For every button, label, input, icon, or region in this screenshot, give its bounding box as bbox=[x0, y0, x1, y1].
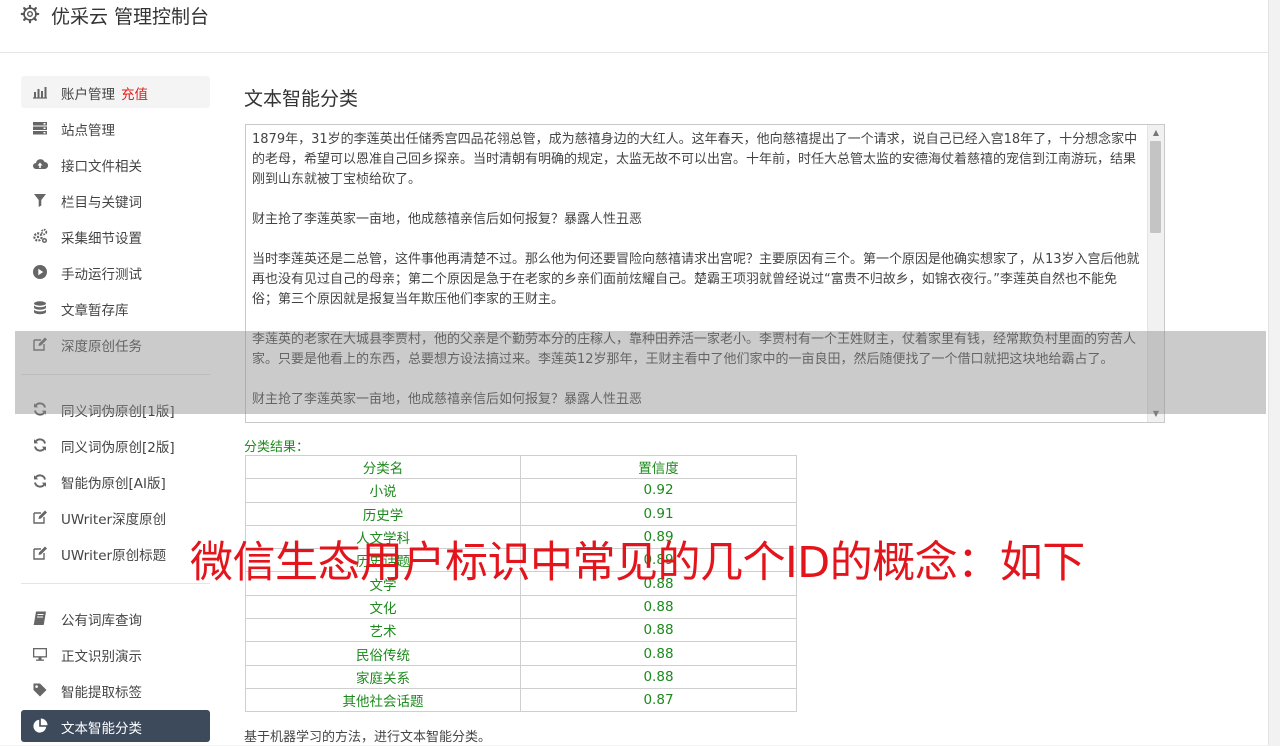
sidebar-item-sites[interactable]: 站点管理 bbox=[21, 112, 210, 144]
page-title: 文本智能分类 bbox=[244, 88, 359, 110]
text-paragraph: 财主抢了李莲英家一亩地，他成慈禧亲信后如何报复？暴露人性丑恶 bbox=[252, 212, 643, 227]
play-circle-icon bbox=[33, 265, 47, 279]
overlay-band bbox=[15, 331, 1266, 414]
overlay-caption: 微信生态用户标识中常见的几个ID的概念：如下 bbox=[190, 538, 1085, 588]
sidebar-item-label: 栏目与关键词 bbox=[61, 195, 142, 211]
sidebar-divider bbox=[21, 583, 210, 584]
sidebar-item-label: 手动运行测试 bbox=[61, 267, 142, 283]
server-icon bbox=[33, 122, 47, 135]
sidebar-item-uwriter-title[interactable]: UWriter原创标题 bbox=[21, 537, 210, 569]
result-label: 分类结果： bbox=[244, 440, 310, 455]
sidebar-item-label: 站点管理 bbox=[61, 123, 115, 139]
sidebar-item-label: 文本智能分类 bbox=[61, 721, 142, 737]
sidebar-item-public-lexicon[interactable]: 公有词库查询 bbox=[21, 602, 210, 634]
app-title: 优采云 管理控制台 bbox=[51, 6, 210, 28]
bar-chart-icon bbox=[33, 87, 47, 99]
table-row: 小说 0.92 bbox=[245, 478, 797, 503]
sidebar-item-label: UWriter深度原创 bbox=[61, 512, 167, 528]
sidebar-item-body-recognition[interactable]: 正文识别演示 bbox=[21, 638, 210, 670]
sidebar-item-label: 文章暂存库 bbox=[61, 303, 129, 319]
category-cell: 文化 bbox=[245, 594, 521, 620]
sidebar-item-columns-keywords[interactable]: 栏目与关键词 bbox=[21, 184, 210, 216]
confidence-cell: 0.88 bbox=[520, 618, 797, 643]
cloud-upload-icon bbox=[33, 159, 48, 170]
text-paragraph: 1879年，31岁的李莲英出任储秀宫四品花翎总管，成为慈禧身边的大红人。这年春天… bbox=[252, 132, 1138, 187]
text-paragraph: 当时李莲英还是二总管，这件事他再清楚不过。那么他为何还要冒险向慈禧请求出宫呢？主… bbox=[252, 252, 1140, 307]
edit-icon bbox=[33, 510, 47, 524]
sidebar-item-article-store[interactable]: 文章暂存库 bbox=[21, 292, 210, 324]
sidebar-item-account[interactable]: 账户管理 充值 bbox=[21, 76, 210, 108]
scrollbar-thumb[interactable] bbox=[1150, 141, 1161, 233]
sidebar-item-collect-settings[interactable]: 采集细节设置 bbox=[21, 220, 210, 252]
monitor-icon bbox=[33, 648, 47, 661]
filter-icon bbox=[34, 194, 46, 207]
refresh-icon bbox=[34, 474, 46, 488]
gear-icon[interactable] bbox=[20, 4, 40, 24]
confidence-cell: 0.88 bbox=[520, 664, 797, 689]
category-cell: 历史学 bbox=[245, 501, 521, 526]
sidebar-item-label: 同义词伪原创[2版] bbox=[61, 440, 175, 456]
sidebar-item-label: 接口文件相关 bbox=[61, 159, 142, 175]
scroll-up-arrow-icon[interactable]: ▲ bbox=[1148, 126, 1164, 140]
category-cell: 小说 bbox=[245, 478, 521, 503]
sidebar-item-manual-run[interactable]: 手动运行测试 bbox=[21, 256, 210, 288]
pie-chart-icon bbox=[33, 718, 48, 733]
book-icon bbox=[33, 611, 46, 625]
sidebar-item-ai-rewrite[interactable]: 智能伪原创[AI版] bbox=[21, 465, 210, 497]
table-row: 其他社会话题 0.87 bbox=[245, 687, 797, 713]
sidebar-item-label: 公有词库查询 bbox=[61, 613, 142, 629]
sidebar-item-label: UWriter原创标题 bbox=[61, 548, 167, 564]
sidebar-item-label: 智能伪原创[AI版] bbox=[61, 476, 166, 492]
category-cell: 艺术 bbox=[245, 618, 521, 643]
column-header-confidence: 置信度 bbox=[520, 454, 797, 480]
table-row: 民俗传统 0.88 bbox=[245, 641, 797, 666]
column-header-category: 分类名 bbox=[245, 454, 521, 480]
category-cell: 其他社会话题 bbox=[245, 687, 521, 713]
category-cell: 民俗传统 bbox=[245, 641, 521, 666]
database-icon bbox=[34, 301, 46, 315]
confidence-cell: 0.88 bbox=[520, 641, 797, 666]
sidebar-item-interface-files[interactable]: 接口文件相关 bbox=[21, 148, 210, 180]
confidence-cell: 0.92 bbox=[520, 478, 797, 503]
sidebar-item-label: 智能提取标签 bbox=[61, 685, 142, 701]
recharge-link[interactable]: 充值 bbox=[121, 87, 148, 103]
table-row: 家庭关系 0.88 bbox=[245, 664, 797, 689]
table-header-row: 分类名 置信度 bbox=[245, 454, 797, 480]
sidebar-item-label: 账户管理 bbox=[61, 87, 115, 103]
sidebar-item-synonym-v2[interactable]: 同义词伪原创[2版] bbox=[21, 429, 210, 461]
table-row: 历史学 0.91 bbox=[245, 501, 797, 526]
table-row: 艺术 0.88 bbox=[245, 618, 797, 643]
tag-icon bbox=[33, 683, 47, 697]
refresh-icon bbox=[34, 438, 46, 452]
confidence-cell: 0.88 bbox=[520, 594, 797, 620]
cogs-icon bbox=[33, 228, 48, 244]
sidebar-item-text-classification[interactable]: 文本智能分类 bbox=[21, 710, 210, 742]
sidebar-item-extract-tags[interactable]: 智能提取标签 bbox=[21, 674, 210, 706]
sidebar-item-label: 采集细节设置 bbox=[61, 231, 142, 247]
confidence-cell: 0.91 bbox=[520, 501, 797, 526]
table-row: 文化 0.88 bbox=[245, 594, 797, 620]
confidence-cell: 0.87 bbox=[520, 687, 797, 713]
sidebar-item-uwriter-deep[interactable]: UWriter深度原创 bbox=[21, 501, 210, 533]
sidebar-item-label: 正文识别演示 bbox=[61, 649, 142, 665]
category-cell: 家庭关系 bbox=[245, 664, 521, 689]
edit-icon bbox=[33, 546, 47, 560]
description-text: 基于机器学习的方法，进行文本智能分类。 bbox=[244, 730, 492, 745]
